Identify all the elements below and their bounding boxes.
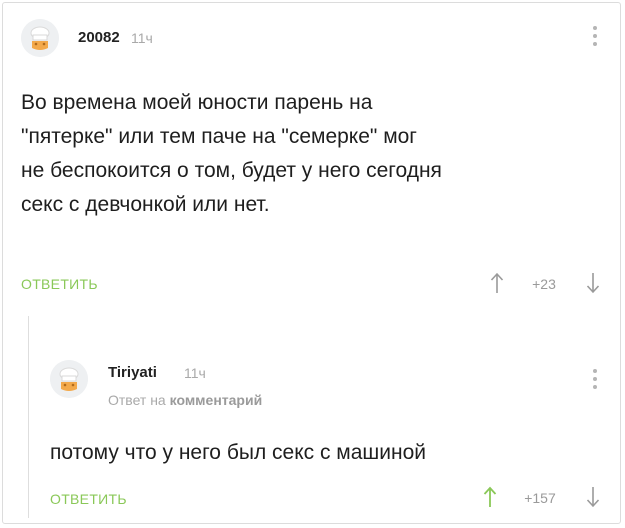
- more-vertical-icon[interactable]: [592, 369, 598, 389]
- comment-2-reply: Tiriyati 11ч Ответ на комментарий потому…: [0, 340, 625, 525]
- reply-to-line: Ответ на комментарий: [108, 392, 262, 408]
- rating-count: +23: [532, 276, 556, 292]
- arrow-up-icon[interactable]: [490, 272, 504, 294]
- reply-button[interactable]: ОТВЕТИТЬ: [50, 491, 127, 507]
- avatar[interactable]: [50, 360, 88, 398]
- timestamp: 11ч: [184, 365, 206, 381]
- username[interactable]: 20082: [78, 29, 120, 46]
- comment-text: Во времена моей юности парень на "пятерк…: [21, 91, 442, 216]
- chef-avatar-icon: [21, 19, 59, 57]
- reply-to-prefix: Ответ на: [108, 392, 166, 408]
- arrow-down-icon[interactable]: [586, 486, 600, 508]
- reply-to-comment-link[interactable]: комментарий: [170, 392, 263, 408]
- chef-avatar-icon: [50, 360, 88, 398]
- username[interactable]: Tiriyati: [108, 364, 157, 381]
- rating-count: +157: [524, 490, 556, 506]
- arrow-up-icon[interactable]: [483, 486, 497, 508]
- reply-button[interactable]: ОТВЕТИТЬ: [21, 276, 98, 292]
- comment-text: потому что у него был секс с машиной: [50, 441, 427, 464]
- timestamp: 11ч: [131, 30, 153, 46]
- arrow-down-icon[interactable]: [586, 272, 600, 294]
- avatar[interactable]: [21, 19, 59, 57]
- comment-1: 20082 11ч Во времена моей юности парень …: [0, 0, 625, 310]
- more-vertical-icon[interactable]: [592, 26, 598, 46]
